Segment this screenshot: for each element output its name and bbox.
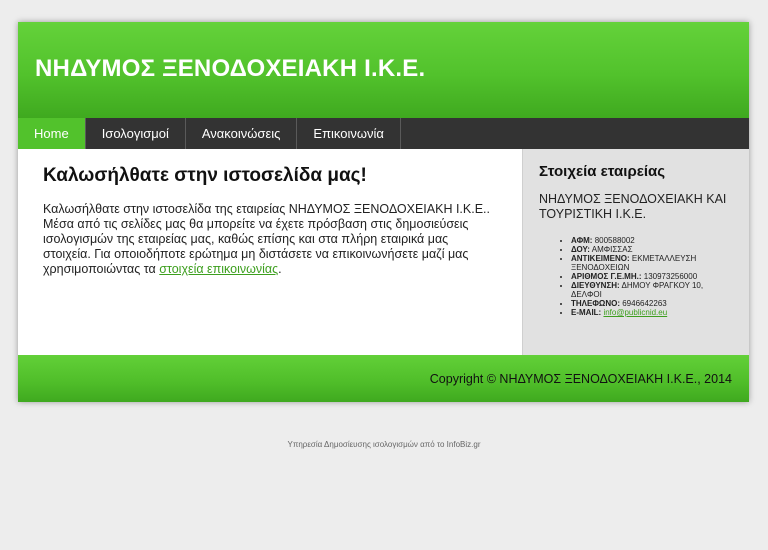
- page-frame: ΝΗΔΥΜΟΣ ΞΕΝΟΔΟΧΕΙΑΚΗ Ι.Κ.Ε. Home Ισολογι…: [18, 22, 749, 402]
- info-value: 800588002: [594, 236, 635, 245]
- copyright-text: Copyright © ΝΗΔΥΜΟΣ ΞΕΝΟΔΟΧΕΙΑΚΗ Ι.Κ.Ε.,…: [429, 371, 732, 386]
- nav-item-announcements[interactable]: Ανακοινώσεις: [186, 118, 298, 149]
- info-label: E-MAIL:: [571, 308, 602, 317]
- content-area: Καλωσήλθατε στην ιστοσελίδα μας! Καλωσήλ…: [18, 149, 749, 355]
- info-value: 130973256000: [643, 272, 698, 281]
- intro-paragraph: Καλωσήλθατε στην ιστοσελίδα της εταιρεία…: [43, 202, 496, 277]
- info-item-phone: ΤΗΛΕΦΩΝΟ: 6946642263: [571, 299, 735, 308]
- info-item-gemi: ΑΡΙΘΜΟΣ Γ.Ε.ΜΗ.: 130973256000: [571, 272, 735, 281]
- info-item-object: ΑΝΤΙΚΕΙΜΕΝΟ: ΕΚΜΕΤΑΛΛΕΥΣΗ ΞΕΝΟΔΟΧΕΙΩΝ: [571, 254, 735, 272]
- info-item-afm: ΑΦΜ: 800588002: [571, 236, 735, 245]
- info-value: ΑΜΦΙΣΣΑΣ: [591, 245, 633, 254]
- info-label: ΑΦΜ:: [571, 236, 593, 245]
- nav-item-home[interactable]: Home: [18, 118, 86, 149]
- info-item-doy: ΔΟΥ: ΑΜΦΙΣΣΑΣ: [571, 245, 735, 254]
- info-label: ΔΟΥ:: [571, 245, 590, 254]
- nav-item-contact[interactable]: Επικοινωνία: [297, 118, 401, 149]
- company-sidebar: Στοιχεία εταιρείας ΝΗΔΥΜΟΣ ΞΕΝΟΔΟΧΕΙΑΚΗ …: [522, 149, 749, 355]
- info-label: ΔΙΕΥΘΥΝΣΗ:: [571, 281, 620, 290]
- contact-details-link[interactable]: στοιχεία επικοινωνίας: [159, 262, 278, 276]
- site-header: ΝΗΔΥΜΟΣ ΞΕΝΟΔΟΧΕΙΑΚΗ Ι.Κ.Ε.: [18, 22, 749, 118]
- site-title: ΝΗΔΥΜΟΣ ΞΕΝΟΔΟΧΕΙΑΚΗ Ι.Κ.Ε.: [35, 55, 426, 82]
- sidebar-heading: Στοιχεία εταιρείας: [539, 163, 666, 180]
- info-label: ΑΝΤΙΚΕΙΜΕΝΟ:: [571, 254, 630, 263]
- info-item-email: E-MAIL: info@publicnid.eu: [571, 308, 735, 317]
- email-link[interactable]: info@publicnid.eu: [603, 308, 667, 317]
- main-column: Καλωσήλθατε στην ιστοσελίδα μας! Καλωσήλ…: [18, 149, 522, 355]
- welcome-heading: Καλωσήλθατε στην ιστοσελίδα μας!: [43, 165, 367, 186]
- info-item-address: ΔΙΕΥΘΥΝΣΗ: ΔΗΜΟΥ ΦΡΑΓΚΟΥ 10, ΔΕΛΦΟΙ: [571, 281, 735, 299]
- site-footer: Copyright © ΝΗΔΥΜΟΣ ΞΕΝΟΔΟΧΕΙΑΚΗ Ι.Κ.Ε.,…: [18, 355, 749, 402]
- info-label: ΑΡΙΘΜΟΣ Γ.Ε.ΜΗ.:: [571, 272, 642, 281]
- info-value: 6946642263: [622, 299, 667, 308]
- company-info-list: ΑΦΜ: 800588002 ΔΟΥ: ΑΜΦΙΣΣΑΣ ΑΝΤΙΚΕΙΜΕΝΟ…: [539, 236, 735, 317]
- service-credit: Υπηρεσία Δημοσίευσης ισολογισμών από το …: [287, 440, 481, 449]
- info-label: ΤΗΛΕΦΩΝΟ:: [571, 299, 620, 308]
- main-nav: Home Ισολογισμοί Ανακοινώσεις Επικοινωνί…: [18, 118, 749, 149]
- nav-item-balance-sheets[interactable]: Ισολογισμοί: [86, 118, 186, 149]
- company-full-name: ΝΗΔΥΜΟΣ ΞΕΝΟΔΟΧΕΙΑΚΗ ΚΑΙ ΤΟΥΡΙΣΤΙΚΗ Ι.Κ.…: [539, 192, 727, 221]
- intro-end: .: [278, 262, 282, 276]
